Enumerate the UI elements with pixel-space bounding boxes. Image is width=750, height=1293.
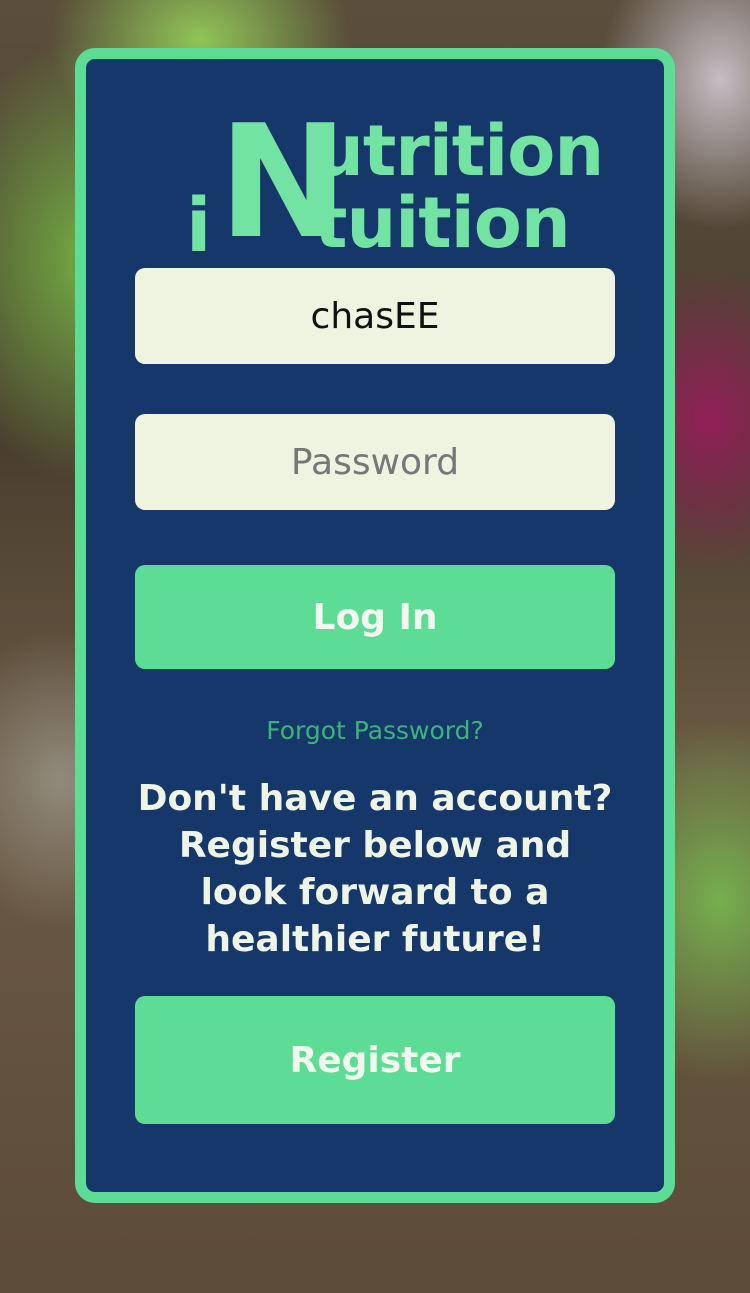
logo-letter-i: i	[186, 183, 212, 269]
login-card: i N utrition tuition Log In Forgot Passw…	[75, 48, 675, 1203]
logo-line-2: tuition	[314, 182, 571, 264]
app-logo: i N utrition tuition	[186, 104, 604, 263]
logo-line-1: utrition	[314, 110, 604, 192]
forgot-password-link[interactable]: Forgot Password?	[135, 716, 615, 745]
login-button[interactable]: Log In	[135, 565, 615, 669]
username-input[interactable]	[135, 268, 615, 364]
register-button[interactable]: Register	[135, 996, 615, 1124]
password-input[interactable]	[135, 414, 615, 510]
register-prompt-text: Don't have an account? Register below an…	[137, 778, 613, 960]
login-screen: i N utrition tuition Log In Forgot Passw…	[0, 0, 750, 1293]
